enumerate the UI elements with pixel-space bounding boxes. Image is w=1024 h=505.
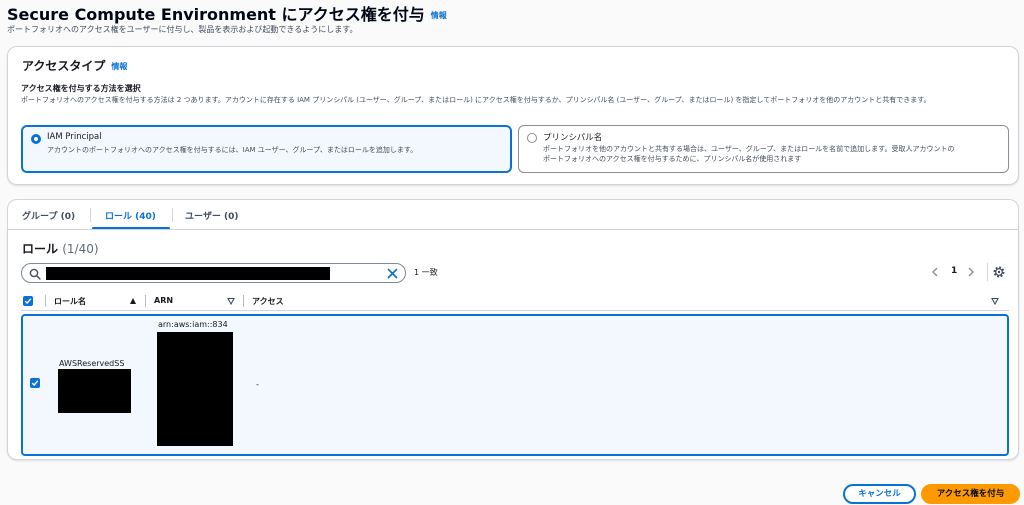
role-name-redacted <box>58 369 131 413</box>
row-checkbox[interactable] <box>30 378 40 388</box>
check-icon <box>31 380 39 387</box>
match-count: 1 一致 <box>414 268 438 277</box>
column-divider <box>145 295 146 307</box>
table-title: ロール (1/40) <box>22 240 99 257</box>
page-info-link[interactable]: 情報 <box>431 11 447 20</box>
roles-table-panel: ロール (1/40) 1 一致 1 ロール名 ARN アクセス AWSReser… <box>7 229 1019 460</box>
search-icon <box>29 268 41 280</box>
page-title-text: Secure Compute Environment にアクセス権を付与 <box>7 5 425 24</box>
table-title-text: ロール <box>22 242 59 256</box>
access-type-info-link[interactable]: 情報 <box>111 62 127 71</box>
search-input[interactable] <box>21 263 406 283</box>
option-iam-principal[interactable]: IAM Principal アカウントのポートフォリオへのアクセス権を付与するに… <box>21 125 512 173</box>
access-type-panel: アクセスタイプ 情報 アクセス権を付与する方法を選択 ポートフォリオへのアクセス権… <box>7 46 1019 185</box>
search-value-redacted <box>46 267 330 280</box>
arn-redacted <box>157 332 233 446</box>
clear-icon[interactable] <box>386 267 399 280</box>
grant-access-button[interactable]: アクセス権を付与 <box>921 484 1020 504</box>
tab-users[interactable]: ユーザー (0) <box>185 209 238 222</box>
sort-ascending-icon[interactable] <box>129 297 137 305</box>
option-principal-name-title: プリンシパル名 <box>543 133 603 143</box>
principal-tabs: グループ (0) ロール (40) ユーザー (0) <box>7 199 1019 230</box>
option-iam-principal-title: IAM Principal <box>47 132 102 142</box>
table-header: ロール名 ARN アクセス <box>21 291 1009 311</box>
radio-iam-principal[interactable] <box>31 134 41 144</box>
role-name-cell: AWSReservedSS <box>59 359 125 368</box>
column-header-arn[interactable]: ARN <box>154 296 173 305</box>
table-row[interactable]: AWSReservedSS arn:aws:iam::834 - <box>21 314 1009 456</box>
option-principal-name-desc-line2: ポートフォリオへのアクセス権を付与するために、プリンシパル名が使用されます <box>543 155 802 163</box>
current-page[interactable]: 1 <box>951 266 957 276</box>
access-method-description: ポートフォリオへのアクセス権を付与する方法は 2 つあります。アカウントに存在す… <box>21 96 931 104</box>
gear-icon[interactable] <box>992 265 1006 279</box>
sort-icon[interactable] <box>991 297 999 305</box>
access-type-title-text: アクセスタイプ <box>22 59 106 73</box>
arn-cell: arn:aws:iam::834 <box>158 320 228 329</box>
chevron-left-icon[interactable] <box>928 265 942 279</box>
chevron-right-icon[interactable] <box>964 265 978 279</box>
grant-access-page: Secure Compute Environment にアクセス権を付与 情報 ポ… <box>0 0 1024 505</box>
tab-roles[interactable]: ロール (40) <box>105 209 156 222</box>
tab-divider <box>90 208 91 222</box>
access-method-label: アクセス権を付与する方法を選択 <box>21 84 141 93</box>
option-principal-name-desc-line1: ポートフォリオを他のアカウントと共有する場合は、ユーザー、グループ、またはロール… <box>543 145 955 153</box>
sort-icon[interactable] <box>227 297 235 305</box>
page-description: ポートフォリオへのアクセス権をユーザーに付与し、製品を表示および起動できるように… <box>7 25 358 34</box>
tab-groups[interactable]: グループ (0) <box>22 209 75 222</box>
option-principal-name[interactable]: プリンシパル名 ポートフォリオを他のアカウントと共有する場合は、ユーザー、グルー… <box>518 125 1009 173</box>
access-cell: - <box>256 380 259 389</box>
column-divider <box>243 295 244 307</box>
select-all-checkbox[interactable] <box>23 296 33 306</box>
column-divider <box>45 295 46 307</box>
option-principal-name-desc: ポートフォリオを他のアカウントと共有する場合は、ユーザー、グループ、またはロール… <box>543 144 954 164</box>
access-type-title: アクセスタイプ 情報 <box>22 57 127 74</box>
column-header-role-name[interactable]: ロール名 <box>54 296 86 307</box>
selection-count: (1/40) <box>62 242 99 256</box>
page-title: Secure Compute Environment にアクセス権を付与 情報 <box>7 1 447 25</box>
radio-principal-name[interactable] <box>527 133 537 143</box>
column-header-access[interactable]: アクセス <box>252 296 284 307</box>
cancel-button[interactable]: キャンセル <box>843 484 916 504</box>
pager-divider <box>987 263 988 281</box>
option-iam-principal-desc: アカウントのポートフォリオへのアクセス権を付与するには、IAM ユーザー、グルー… <box>47 146 418 154</box>
check-icon <box>24 298 32 305</box>
tab-divider <box>172 208 173 222</box>
